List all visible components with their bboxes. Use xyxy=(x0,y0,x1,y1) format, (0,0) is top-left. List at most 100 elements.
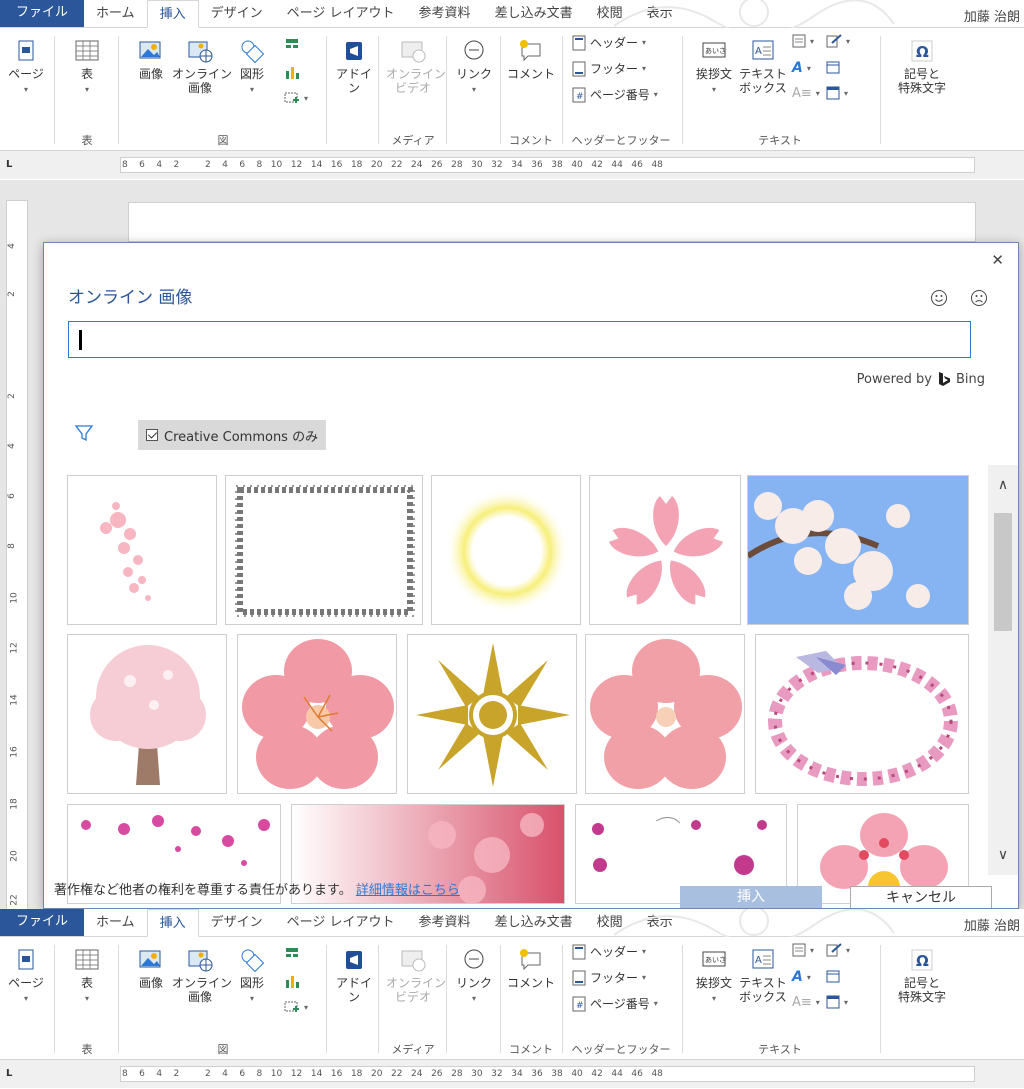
frown-icon[interactable] xyxy=(970,289,988,307)
comment-button[interactable]: コメント xyxy=(506,38,556,81)
smartart-button[interactable] xyxy=(284,947,300,963)
search-input[interactable] xyxy=(87,328,947,352)
horizontal-ruler[interactable]: L 8 6 4 2 2 4 6 8 10 12 14 16 18 20 22 2… xyxy=(0,151,1024,179)
tab-selector-icon[interactable]: L xyxy=(6,159,12,170)
scrollbar[interactable]: ∧ ∨ xyxy=(988,465,1018,875)
cancel-button[interactable]: キャンセル xyxy=(850,886,992,908)
chevron-up-icon[interactable]: ∧ xyxy=(988,471,1018,499)
chevron-down-icon[interactable]: ∨ xyxy=(988,841,1018,869)
table-button[interactable]: 表 ▾ xyxy=(64,947,110,1006)
footer-button[interactable]: フッター ▾ xyxy=(572,969,646,986)
quickparts-button[interactable]: ▾ xyxy=(792,34,814,48)
footer-label: フッター xyxy=(590,971,639,985)
signature-button[interactable]: ▾ xyxy=(826,943,850,957)
textbox-button[interactable]: A テキスト ボックス xyxy=(738,38,788,95)
scrollbar-thumb[interactable] xyxy=(994,513,1012,631)
tab-selector-icon[interactable]: L xyxy=(6,1068,12,1079)
tab-mailings[interactable]: 差し込み文書 xyxy=(483,909,585,936)
result-image[interactable] xyxy=(237,634,397,794)
page-number-button[interactable]: # ページ番号 ▾ xyxy=(572,86,658,103)
close-icon[interactable]: ✕ xyxy=(991,251,1004,269)
chart-button[interactable] xyxy=(284,64,300,80)
header-button[interactable]: ヘッダー ▾ xyxy=(572,943,646,960)
shapes-button[interactable]: 図形 ▾ xyxy=(232,947,272,1006)
tab-design[interactable]: デザイン xyxy=(199,909,275,936)
table-button[interactable]: 表 ▾ xyxy=(64,38,110,97)
document-page[interactable] xyxy=(128,202,976,242)
search-box[interactable] xyxy=(68,321,971,358)
tab-mailings[interactable]: 差し込み文書 xyxy=(483,0,585,27)
result-image[interactable] xyxy=(431,475,581,625)
comment-button[interactable]: コメント xyxy=(506,947,556,990)
picture-button[interactable]: 画像 xyxy=(128,947,174,990)
symbol-label: 記号と 特殊文字 xyxy=(897,67,946,95)
chart-button[interactable] xyxy=(284,973,300,989)
signature-button[interactable]: ▾ xyxy=(826,34,850,48)
page-button[interactable]: ページ ▾ xyxy=(6,947,46,1006)
online-picture-button[interactable]: オンライン 画像 xyxy=(172,38,232,95)
greeting-button[interactable]: あいさつ 挨拶文 ▾ xyxy=(690,38,738,97)
link-button[interactable]: リンク ▾ xyxy=(454,38,494,97)
result-image[interactable] xyxy=(225,475,423,625)
creative-commons-filter[interactable]: Creative Commons のみ xyxy=(138,420,327,450)
wordart-button[interactable]: A ▾ xyxy=(792,969,811,985)
tab-home[interactable]: ホーム xyxy=(84,909,147,936)
tab-file[interactable]: ファイル xyxy=(0,909,85,936)
textbox-button[interactable]: A テキスト ボックス xyxy=(738,947,788,1004)
horizontal-ruler[interactable]: L 8 6 4 2 2 4 6 8 10 12 14 16 18 20 22 2… xyxy=(0,1060,1024,1088)
symbol-button[interactable]: Ω 記号と 特殊文字 xyxy=(886,38,958,95)
page-button[interactable]: ページ ▾ xyxy=(6,38,46,97)
addins-button[interactable]: アドイ ン xyxy=(334,947,374,1004)
online-video-button[interactable]: オンライン ビデオ xyxy=(386,38,446,95)
smartart-button[interactable] xyxy=(284,38,300,54)
online-picture-button[interactable]: オンライン 画像 xyxy=(172,947,232,1004)
page-number-button[interactable]: # ページ番号 ▾ xyxy=(572,995,658,1012)
tab-references[interactable]: 参考資料 xyxy=(407,0,483,27)
footer-button[interactable]: フッター ▾ xyxy=(572,60,646,77)
picture-button[interactable]: 画像 xyxy=(128,38,174,81)
learn-more-link[interactable]: 詳細情報はこちら xyxy=(356,883,460,898)
tab-references[interactable]: 参考資料 xyxy=(407,909,483,936)
result-image[interactable] xyxy=(585,634,745,794)
result-image[interactable] xyxy=(407,634,577,794)
tab-design[interactable]: デザイン xyxy=(199,0,275,27)
checkbox[interactable] xyxy=(146,429,158,441)
online-video-button[interactable]: オンライン ビデオ xyxy=(386,947,446,1004)
ruler-number: 6 xyxy=(6,493,17,499)
user-name[interactable]: 加藤 治朗 xyxy=(964,6,1020,25)
quickparts-button[interactable]: ▾ xyxy=(792,943,814,957)
wordart-button[interactable]: A ▾ xyxy=(792,60,811,76)
vertical-ruler[interactable]: 4 2 2 4 6 8 10 12 14 16 18 20 22 xyxy=(6,200,28,910)
smile-icon[interactable] xyxy=(930,289,948,307)
result-image[interactable] xyxy=(67,475,217,625)
result-image[interactable] xyxy=(589,475,741,625)
symbol-button[interactable]: Ω 記号と 特殊文字 xyxy=(886,947,958,1004)
tab-file[interactable]: ファイル xyxy=(0,0,85,27)
filter-icon[interactable] xyxy=(74,423,94,443)
insert-button[interactable]: 挿入 xyxy=(680,886,822,908)
header-button[interactable]: ヘッダー ▾ xyxy=(572,34,646,51)
tab-insert[interactable]: 挿入 xyxy=(146,0,199,28)
object-button[interactable]: ▾ xyxy=(826,995,848,1009)
dropcap-button[interactable]: A≡ ▾ xyxy=(792,995,820,1010)
result-image[interactable] xyxy=(67,634,227,794)
shapes-button[interactable]: 図形 ▾ xyxy=(232,38,272,97)
tab-home[interactable]: ホーム xyxy=(84,0,147,27)
object-button[interactable]: ▾ xyxy=(826,86,848,100)
addins-button[interactable]: アドイ ン xyxy=(334,38,374,95)
tab-page-layout[interactable]: ページ レイアウト xyxy=(275,909,407,936)
datetime-button[interactable] xyxy=(826,969,840,983)
dropcap-button[interactable]: A≡ ▾ xyxy=(792,86,820,101)
ruler-numbers: 8 6 4 2 2 4 6 8 10 12 14 16 18 20 22 24 … xyxy=(122,1069,663,1079)
user-name[interactable]: 加藤 治朗 xyxy=(964,915,1020,934)
tab-page-layout[interactable]: ページ レイアウト xyxy=(275,0,407,27)
tab-insert[interactable]: 挿入 xyxy=(146,909,199,937)
group-header-footer-label: ヘッダーとフッター xyxy=(571,1043,671,1056)
screenshot-button[interactable]: ▾ xyxy=(284,999,308,1015)
result-image[interactable] xyxy=(755,634,969,794)
datetime-button[interactable] xyxy=(826,60,840,74)
result-image[interactable] xyxy=(747,475,969,625)
screenshot-button[interactable]: ▾ xyxy=(284,90,308,106)
link-button[interactable]: リンク ▾ xyxy=(454,947,494,1006)
greeting-button[interactable]: あいさつ 挨拶文 ▾ xyxy=(690,947,738,1006)
